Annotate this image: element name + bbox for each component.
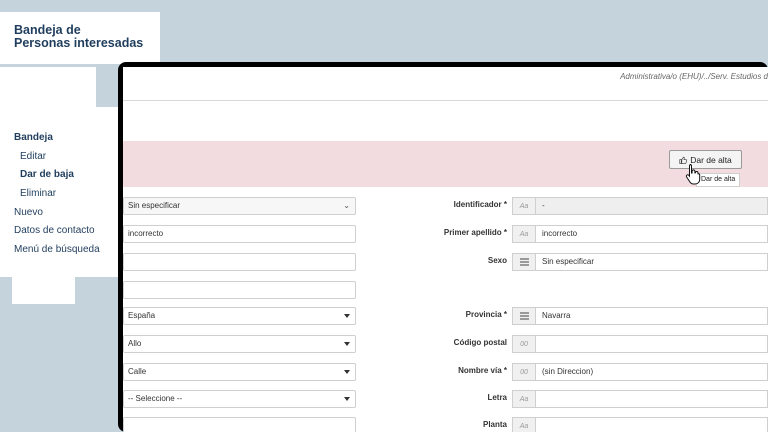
user-path: Administrativa/o (EHU)/../Serv. Estudios… <box>620 72 768 81</box>
tipo-via-select-value: Calle <box>128 367 147 376</box>
app-screen: Administrativa/o (EHU)/../Serv. Estudios… <box>123 67 768 432</box>
chevron-down-icon: ⌄ <box>343 201 350 210</box>
left-field-partial[interactable] <box>123 417 356 432</box>
codigo-postal-label: Código postal <box>453 338 507 347</box>
callout-menu-top <box>0 67 96 107</box>
blank-field-2[interactable] <box>123 281 356 299</box>
menu-busqueda[interactable]: Menú de búsqueda <box>14 244 100 255</box>
primer-apellido-field[interactable]: incorrecto <box>536 225 768 243</box>
identificador-value: - <box>542 201 545 210</box>
menu-nuevo[interactable]: Nuevo <box>14 207 43 218</box>
pais-select-value: España <box>128 311 156 320</box>
primer-apellido-label: Primer apellido * <box>443 228 507 237</box>
apellido-field[interactable]: incorrecto <box>123 225 356 243</box>
pais-select[interactable]: España <box>123 307 356 325</box>
apellido-field-value: incorrecto <box>128 229 164 238</box>
provincia-select[interactable]: Navarra <box>536 307 768 325</box>
caret-down-icon <box>344 342 350 346</box>
text-type-icon: Aa <box>512 197 536 215</box>
zoom-window-frame: Administrativa/o (EHU)/../Serv. Estudios… <box>118 62 768 432</box>
hand-pointer-icon <box>685 164 701 185</box>
caret-down-icon <box>344 397 350 401</box>
planta-field[interactable] <box>536 417 768 432</box>
number-type-icon: 00 <box>512 335 536 353</box>
menu-eliminar[interactable]: Eliminar <box>20 188 56 199</box>
list-icon <box>512 253 536 271</box>
path-bar: Administrativa/o (EHU)/../Serv. Estudios… <box>123 67 768 101</box>
number-type-icon: 00 <box>512 363 536 381</box>
sexo-value: Sin especificar <box>542 257 595 266</box>
caret-down-icon <box>344 314 350 318</box>
menu-editar[interactable]: Editar <box>20 151 46 162</box>
nombre-via-value: (sin Direccion) <box>542 367 594 376</box>
nombre-via-field[interactable]: (sin Direccion) <box>536 363 768 381</box>
tooltip: Dar de alta <box>696 173 741 187</box>
callout-title-card: Bandeja de Personas interesadas <box>0 12 160 64</box>
caret-down-icon <box>344 370 350 374</box>
identificador-label: Identificador * <box>453 200 507 209</box>
letra-field[interactable] <box>536 390 768 408</box>
provincia-label: Provincia * <box>465 310 507 319</box>
seleccione-select[interactable]: -- Seleccione -- <box>123 390 356 408</box>
sexo-select[interactable]: Sin especificar <box>536 253 768 271</box>
identificador-field[interactable]: - <box>536 197 768 215</box>
text-type-icon: Aa <box>512 390 536 408</box>
blank-field-1[interactable] <box>123 253 356 271</box>
planta-label: Planta <box>482 420 507 429</box>
text-type-icon: Aa <box>512 225 536 243</box>
letra-label: Letra <box>487 393 507 402</box>
tipo-select-value: Sin especificar <box>128 201 181 210</box>
seleccione-select-value: -- Seleccione -- <box>128 394 183 403</box>
dar-de-alta-button[interactable]: Dar de alta <box>669 150 742 169</box>
menu-bandeja[interactable]: Bandeja <box>14 132 53 143</box>
tipo-select[interactable]: Sin especificar ⌄ <box>123 197 356 215</box>
menu-dar-de-baja[interactable]: Dar de baja <box>20 169 74 180</box>
provincia-value: Navarra <box>542 311 571 320</box>
nombre-via-label: Nombre vía * <box>458 366 507 375</box>
municipio-select-value: Allo <box>128 339 142 348</box>
tooltip-text: Dar de alta <box>701 176 736 183</box>
callout-title-line2: Personas interesadas <box>14 36 144 50</box>
codigo-postal-field[interactable] <box>536 335 768 353</box>
sexo-label: Sexo <box>487 256 507 265</box>
tipo-via-select[interactable]: Calle <box>123 363 356 381</box>
menu-datos-contacto[interactable]: Datos de contacto <box>14 225 95 236</box>
list-icon <box>512 307 536 325</box>
callout-menu-bottom <box>12 277 75 304</box>
text-type-icon: Aa <box>512 417 536 432</box>
primer-apellido-value: incorrecto <box>542 229 578 238</box>
municipio-select[interactable]: Allo <box>123 335 356 353</box>
